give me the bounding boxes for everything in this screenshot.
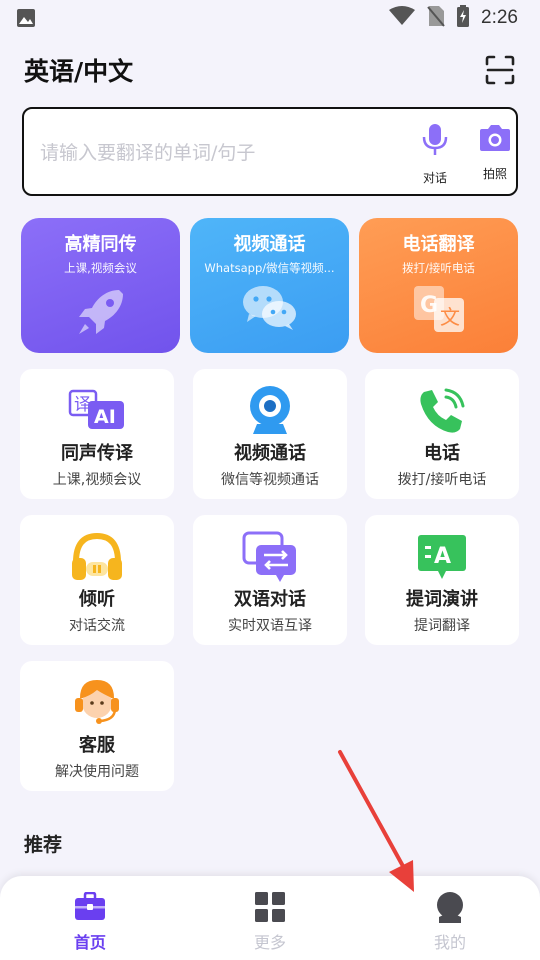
grid-subtitle: 对话交流 bbox=[69, 618, 125, 634]
photo-label: 拍照 bbox=[482, 167, 507, 181]
no-sim-icon bbox=[427, 5, 445, 31]
feature-subtitle: Whatsapp/微信等视频... bbox=[204, 261, 335, 275]
svg-text:A: A bbox=[434, 544, 451, 569]
mic-button[interactable]: 对话 bbox=[410, 123, 460, 193]
grid-title: 电话 bbox=[424, 443, 460, 464]
feature-card-phone-translate[interactable]: 电话翻译 拨打/接听电话 G 文 bbox=[359, 218, 518, 353]
grid-title: 倾听 bbox=[79, 589, 115, 610]
status-time: 2:26 bbox=[481, 7, 518, 28]
wechat-icon bbox=[241, 284, 299, 336]
status-bar: 2:26 bbox=[0, 0, 540, 36]
language-pair-title[interactable]: 英语/中文 bbox=[24, 52, 133, 88]
nav-mine-label: 我的 bbox=[433, 933, 466, 952]
camera-icon bbox=[478, 123, 512, 157]
rocket-icon bbox=[73, 284, 129, 344]
grid-card-simultaneous[interactable]: 译 AI 同声传译 上课,视频会议 bbox=[20, 369, 174, 499]
grid-subtitle: 实时双语互译 bbox=[228, 618, 312, 634]
grid-subtitle: 微信等视频通话 bbox=[221, 472, 319, 488]
nav-mine[interactable]: 我的 bbox=[400, 890, 500, 954]
header: 英语/中文 bbox=[24, 50, 516, 90]
grid-title: 同声传译 bbox=[61, 443, 133, 464]
nav-more-label: 更多 bbox=[253, 933, 286, 952]
grid-title: 提词演讲 bbox=[406, 589, 478, 610]
user-icon bbox=[400, 890, 500, 924]
webcam-icon bbox=[241, 385, 299, 437]
nav-more[interactable]: 更多 bbox=[220, 890, 320, 954]
feature-title: 高精同传 bbox=[64, 234, 137, 255]
svg-text:AI: AI bbox=[94, 406, 116, 428]
teleprompter-icon: A bbox=[413, 531, 471, 583]
grid-subtitle: 提词翻译 bbox=[414, 618, 470, 634]
grid-subtitle: 上课,视频会议 bbox=[52, 472, 142, 488]
feature-card-video-call[interactable]: 视频通话 Whatsapp/微信等视频... bbox=[190, 218, 349, 353]
wifi-icon bbox=[389, 6, 416, 30]
phone-icon bbox=[413, 385, 471, 437]
grid-card-teleprompter[interactable]: A 提词演讲 提词翻译 bbox=[365, 515, 519, 645]
microphone-icon bbox=[420, 123, 450, 161]
toolbox-icon bbox=[40, 890, 140, 924]
grid-subtitle: 拨打/接听电话 bbox=[397, 472, 487, 488]
translate-search-box: 对话 拍照 bbox=[22, 107, 518, 196]
grid-card-listen[interactable]: 倾听 对话交流 bbox=[20, 515, 174, 645]
bottom-nav: 首页 更多 我的 bbox=[0, 876, 540, 960]
feature-subtitle: 拨打/接听电话 bbox=[402, 261, 475, 275]
grid-subtitle: 解决使用问题 bbox=[55, 764, 139, 780]
grid-card-bilingual-chat[interactable]: 双语对话 实时双语互译 bbox=[193, 515, 347, 645]
battery-icon bbox=[457, 5, 470, 31]
grid-title: 客服 bbox=[79, 735, 115, 756]
headphones-icon bbox=[68, 531, 126, 583]
feature-title: 电话翻译 bbox=[402, 234, 475, 255]
customer-service-icon bbox=[68, 677, 126, 729]
grid-title: 视频通话 bbox=[234, 443, 306, 464]
grid-title: 双语对话 bbox=[234, 589, 306, 610]
svg-text:文: 文 bbox=[440, 305, 460, 329]
feature-title: 视频通话 bbox=[233, 234, 306, 255]
feature-card-simultaneous[interactable]: 高精同传 上课,视频会议 bbox=[21, 218, 180, 353]
chat-swap-icon bbox=[241, 531, 299, 583]
scan-icon[interactable] bbox=[484, 54, 516, 86]
mic-label: 对话 bbox=[422, 171, 447, 185]
translate-input[interactable] bbox=[40, 135, 380, 171]
grid-card-customer-service[interactable]: 客服 解决使用问题 bbox=[20, 661, 174, 791]
feature-subtitle: 上课,视频会议 bbox=[64, 261, 137, 275]
nav-home[interactable]: 首页 bbox=[40, 890, 140, 954]
translate-icon: G 文 bbox=[412, 284, 466, 338]
grid-card-phone[interactable]: 电话 拨打/接听电话 bbox=[365, 369, 519, 499]
gallery-icon bbox=[16, 8, 36, 28]
photo-button[interactable]: 拍照 bbox=[470, 123, 520, 193]
recommend-section-title: 推荐 bbox=[24, 834, 63, 856]
grid-card-video-call[interactable]: 视频通话 微信等视频通话 bbox=[193, 369, 347, 499]
nav-home-label: 首页 bbox=[73, 933, 106, 952]
grid-icon bbox=[220, 890, 320, 924]
ai-translate-icon: 译 AI bbox=[68, 385, 126, 437]
